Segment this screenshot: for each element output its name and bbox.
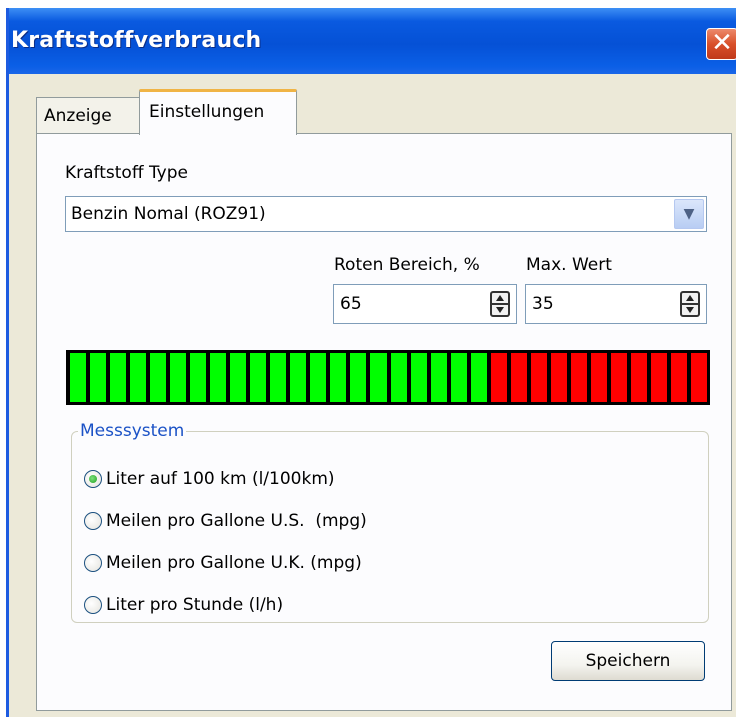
measurement-system-legend: Messsystem <box>80 421 185 441</box>
gauge-segment-green <box>370 353 387 402</box>
tab-einstellungen-label: Einstellungen <box>149 102 265 122</box>
red-zone-spinner[interactable]: 65 <box>333 284 517 324</box>
fuel-type-value: Benzin Nomal (ROZ91) <box>71 204 266 224</box>
max-value-label: Max. Wert <box>526 255 612 275</box>
gauge-segment-green <box>430 353 447 402</box>
gauge-segment-red <box>690 353 707 402</box>
settings-panel: Kraftstoff Type Benzin Nomal (ROZ91) ▼ R… <box>36 133 732 711</box>
radio-option-mpg-us[interactable]: Meilen pro Gallone U.S. (mpg) <box>84 509 367 533</box>
radio-option-label: Meilen pro Gallone U.K. (mpg) <box>106 553 362 573</box>
radio-button[interactable] <box>84 554 102 572</box>
gauge-segment-green <box>150 353 167 402</box>
radio-button[interactable] <box>84 596 102 614</box>
gauge-segment-green <box>450 353 467 402</box>
gauge-segment-green <box>290 353 307 402</box>
tab-anzeige-label: Anzeige <box>44 106 112 126</box>
spinner-arrows-icon[interactable] <box>490 291 510 317</box>
radio-option-l100km[interactable]: Liter auf 100 km (l/100km) <box>84 467 335 491</box>
radio-option-mpg-uk[interactable]: Meilen pro Gallone U.K. (mpg) <box>84 551 362 575</box>
measurement-system-group: Messsystem Liter auf 100 km (l/100km) Me… <box>71 421 709 623</box>
gauge-segment-red <box>510 353 527 402</box>
gauge-segment-green <box>470 353 487 402</box>
fuel-type-label: Kraftstoff Type <box>65 163 188 183</box>
gauge-segment-red <box>490 353 507 402</box>
gauge-segment-green <box>70 353 87 402</box>
gauge-segment-red <box>610 353 627 402</box>
close-icon: ✕ <box>711 28 733 58</box>
gauge-segment-green <box>350 353 367 402</box>
fuel-type-dropdown[interactable]: Benzin Nomal (ROZ91) ▼ <box>65 196 707 232</box>
gauge-segment-green <box>210 353 227 402</box>
fuel-consumption-dialog: Kraftstoffverbrauch ✕ Anzeige Einstellun… <box>6 8 736 717</box>
gauge-segment-green <box>250 353 267 402</box>
max-value-spinner[interactable]: 35 <box>525 284 707 324</box>
consumption-gauge <box>66 350 710 405</box>
gauge-segment-green <box>230 353 247 402</box>
max-value-value: 35 <box>532 294 554 314</box>
window-title: Kraftstoffverbrauch <box>11 28 262 53</box>
gauge-segment-red <box>670 353 687 402</box>
gauge-segment-green <box>130 353 147 402</box>
radio-option-lh[interactable]: Liter pro Stunde (l/h) <box>84 593 283 617</box>
tab-anzeige[interactable]: Anzeige <box>36 97 140 135</box>
red-zone-label: Roten Bereich, % <box>334 255 480 275</box>
spinner-arrows-icon[interactable] <box>680 291 700 317</box>
red-zone-value: 65 <box>340 294 362 314</box>
gauge-segment-red <box>590 353 607 402</box>
radio-option-label: Liter auf 100 km (l/100km) <box>106 469 335 489</box>
gauge-segment-red <box>550 353 567 402</box>
gauge-segment-green <box>410 353 427 402</box>
gauge-segment-green <box>270 353 287 402</box>
gauge-segment-red <box>630 353 647 402</box>
radio-button[interactable] <box>84 512 102 530</box>
gauge-segment-green <box>190 353 207 402</box>
title-bar[interactable]: Kraftstoffverbrauch ✕ <box>9 8 736 74</box>
gauge-segment-green <box>390 353 407 402</box>
radio-option-label: Meilen pro Gallone U.S. (mpg) <box>106 511 367 531</box>
gauge-segment-red <box>650 353 667 402</box>
radio-button[interactable] <box>84 470 102 488</box>
gauge-segment-red <box>530 353 547 402</box>
gauge-segment-green <box>90 353 107 402</box>
gauge-segment-green <box>170 353 187 402</box>
close-button[interactable]: ✕ <box>706 28 736 60</box>
chevron-down-icon[interactable]: ▼ <box>674 199 704 229</box>
gauge-segment-red <box>570 353 587 402</box>
radio-option-label: Liter pro Stunde (l/h) <box>106 595 284 615</box>
save-button[interactable]: Speichern <box>551 641 705 681</box>
gauge-segment-green <box>110 353 127 402</box>
gauge-segment-green <box>330 353 347 402</box>
gauge-segment-green <box>310 353 327 402</box>
tab-einstellungen[interactable]: Einstellungen <box>139 89 297 135</box>
